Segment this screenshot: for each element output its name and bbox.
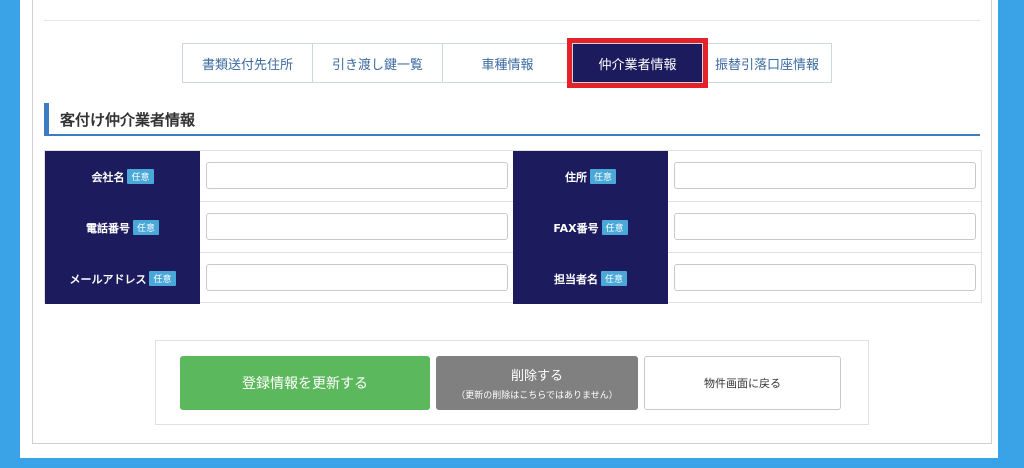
email-input[interactable]	[206, 264, 508, 291]
back-button-label: 物件画面に戻る	[704, 377, 781, 390]
optional-badge: 任意	[149, 271, 176, 286]
email-label: メールアドレス 任意	[45, 253, 200, 304]
tab-vehicle-info[interactable]: 車種情報	[442, 43, 573, 83]
contact-person-input[interactable]	[674, 264, 976, 291]
address-label: 住所 任意	[513, 151, 668, 202]
divider	[44, 20, 980, 21]
label-text: FAX番号	[553, 221, 599, 235]
delete-button-note: （更新の削除はこちらではありません）	[456, 391, 618, 401]
tab-broker-info[interactable]: 仲介業者情報	[567, 38, 708, 88]
address-input[interactable]	[674, 162, 976, 189]
fax-label: FAX番号 任意	[513, 202, 668, 253]
back-to-property-button[interactable]: 物件画面に戻る	[644, 356, 841, 410]
delete-button[interactable]: 削除する （更新の削除はこちらではありません）	[436, 356, 638, 410]
optional-badge: 任意	[601, 220, 628, 235]
tab-bank-transfer-info[interactable]: 振替引落口座情報	[702, 43, 832, 83]
form-row: 電話番号 任意 FAX番号 任意	[45, 202, 981, 253]
contact-person-label: 担当者名 任意	[513, 253, 668, 304]
update-button-label: 登録情報を更新する	[242, 376, 368, 392]
label-text: メールアドレス	[69, 272, 147, 286]
form-row: メールアドレス 任意 担当者名 任意	[45, 253, 981, 304]
phone-input[interactable]	[206, 213, 508, 240]
action-buttons-box: 登録情報を更新する 削除する （更新の削除はこちらではありません） 物件画面に戻…	[155, 340, 869, 425]
tab-key-handover-list[interactable]: 引き渡し鍵一覧	[312, 43, 443, 83]
section-heading: 客付け仲介業者情報	[44, 103, 980, 136]
phone-label: 電話番号 任意	[45, 202, 200, 253]
label-text: 会社名	[91, 170, 125, 184]
label-text: 担当者名	[553, 272, 598, 286]
tab-bar: 書類送付先住所 引き渡し鍵一覧 車種情報 仲介業者情報 振替引落口座情報	[182, 38, 832, 88]
label-text: 電話番号	[85, 221, 130, 235]
fax-input[interactable]	[674, 213, 976, 240]
optional-badge: 任意	[600, 271, 627, 286]
optional-badge: 任意	[132, 220, 159, 235]
section-title: 客付け仲介業者情報	[60, 111, 196, 129]
delete-button-label: 削除する	[510, 369, 563, 384]
broker-form-table: 会社名 任意 住所 任意 電話番号 任意 FAX番号 任意 メールアドレス 任意…	[44, 150, 982, 304]
company-name-label: 会社名 任意	[45, 151, 200, 202]
update-button[interactable]: 登録情報を更新する	[180, 356, 430, 410]
optional-badge: 任意	[589, 169, 616, 184]
optional-badge: 任意	[127, 169, 154, 184]
label-text: 住所	[564, 170, 587, 184]
company-name-input[interactable]	[206, 162, 508, 189]
tab-document-address[interactable]: 書類送付先住所	[182, 43, 313, 83]
heading-accent-bar	[44, 103, 49, 134]
form-row: 会社名 任意 住所 任意	[45, 151, 981, 202]
